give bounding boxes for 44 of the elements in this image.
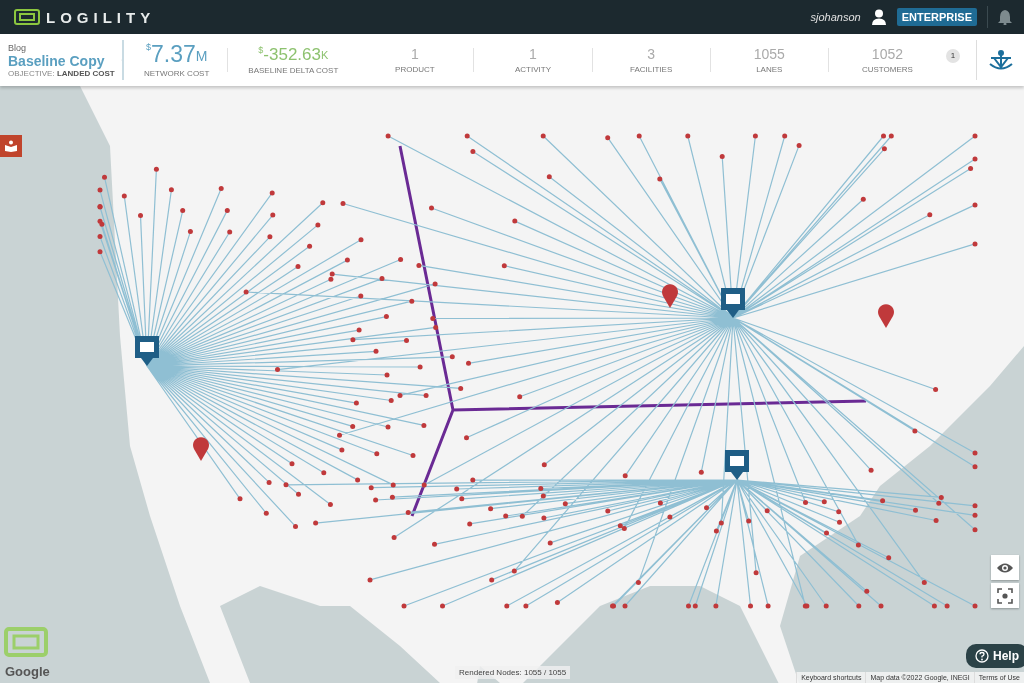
- cost-value: 7.37: [150, 42, 196, 66]
- metric-value: 1: [410, 46, 419, 62]
- cost-unit: M: [195, 48, 208, 63]
- cost-unit: K: [321, 49, 329, 61]
- plan-badge: ENTERPRISE: [896, 8, 977, 26]
- scenario-group: Blog: [8, 42, 115, 53]
- user-icon[interactable]: [870, 9, 887, 25]
- facility-pin-icon: [135, 336, 159, 366]
- help-button[interactable]: Help: [966, 644, 1024, 668]
- user-name: sjohanson: [810, 11, 861, 23]
- scenario-objective: OBJECTIVE: LANDED COST: [8, 68, 115, 78]
- cost-value: -352.63: [263, 45, 321, 63]
- metric-label: ACTIVITY: [515, 65, 551, 74]
- visibility-button[interactable]: [991, 555, 1019, 580]
- count-badge: 1: [946, 49, 960, 63]
- map-provider-logo: Google: [5, 664, 50, 679]
- currency-sign: $: [258, 45, 264, 55]
- bell-icon[interactable]: [998, 9, 1012, 25]
- sextant-icon: [987, 49, 1014, 71]
- metric-label: PRODUCT: [395, 65, 435, 74]
- metric-label: LANES: [756, 65, 783, 74]
- metric-value: 1052: [871, 46, 903, 62]
- facility-pin-icon: [721, 288, 745, 318]
- side-panel-button[interactable]: [0, 135, 22, 157]
- logo-icon: [14, 9, 40, 25]
- map-pin-icon: [193, 437, 209, 461]
- focus-icon: [997, 587, 1013, 604]
- logo-text: LOGILITY: [46, 8, 156, 26]
- metric-value: 3: [647, 46, 656, 62]
- metric-value: 1055: [753, 46, 785, 62]
- logo-icon: [4, 627, 48, 657]
- facility-pin-icon: [725, 450, 749, 480]
- currency-sign: $: [145, 42, 151, 52]
- eye-icon: [996, 561, 1014, 574]
- metric-value: 1: [529, 46, 537, 62]
- metric-label: CUSTOMERS: [861, 65, 913, 74]
- question-icon: [975, 649, 989, 663]
- recenter-button[interactable]: [991, 583, 1019, 608]
- metric-label: FACILITIES: [630, 65, 673, 74]
- map-pin-icon: [662, 284, 678, 308]
- cost-label: BASELINE DELTA COST: [248, 65, 339, 75]
- cost-label: NETWORK COST: [144, 68, 210, 78]
- map-pin-icon: [878, 304, 894, 328]
- book-reader-icon: [5, 140, 17, 152]
